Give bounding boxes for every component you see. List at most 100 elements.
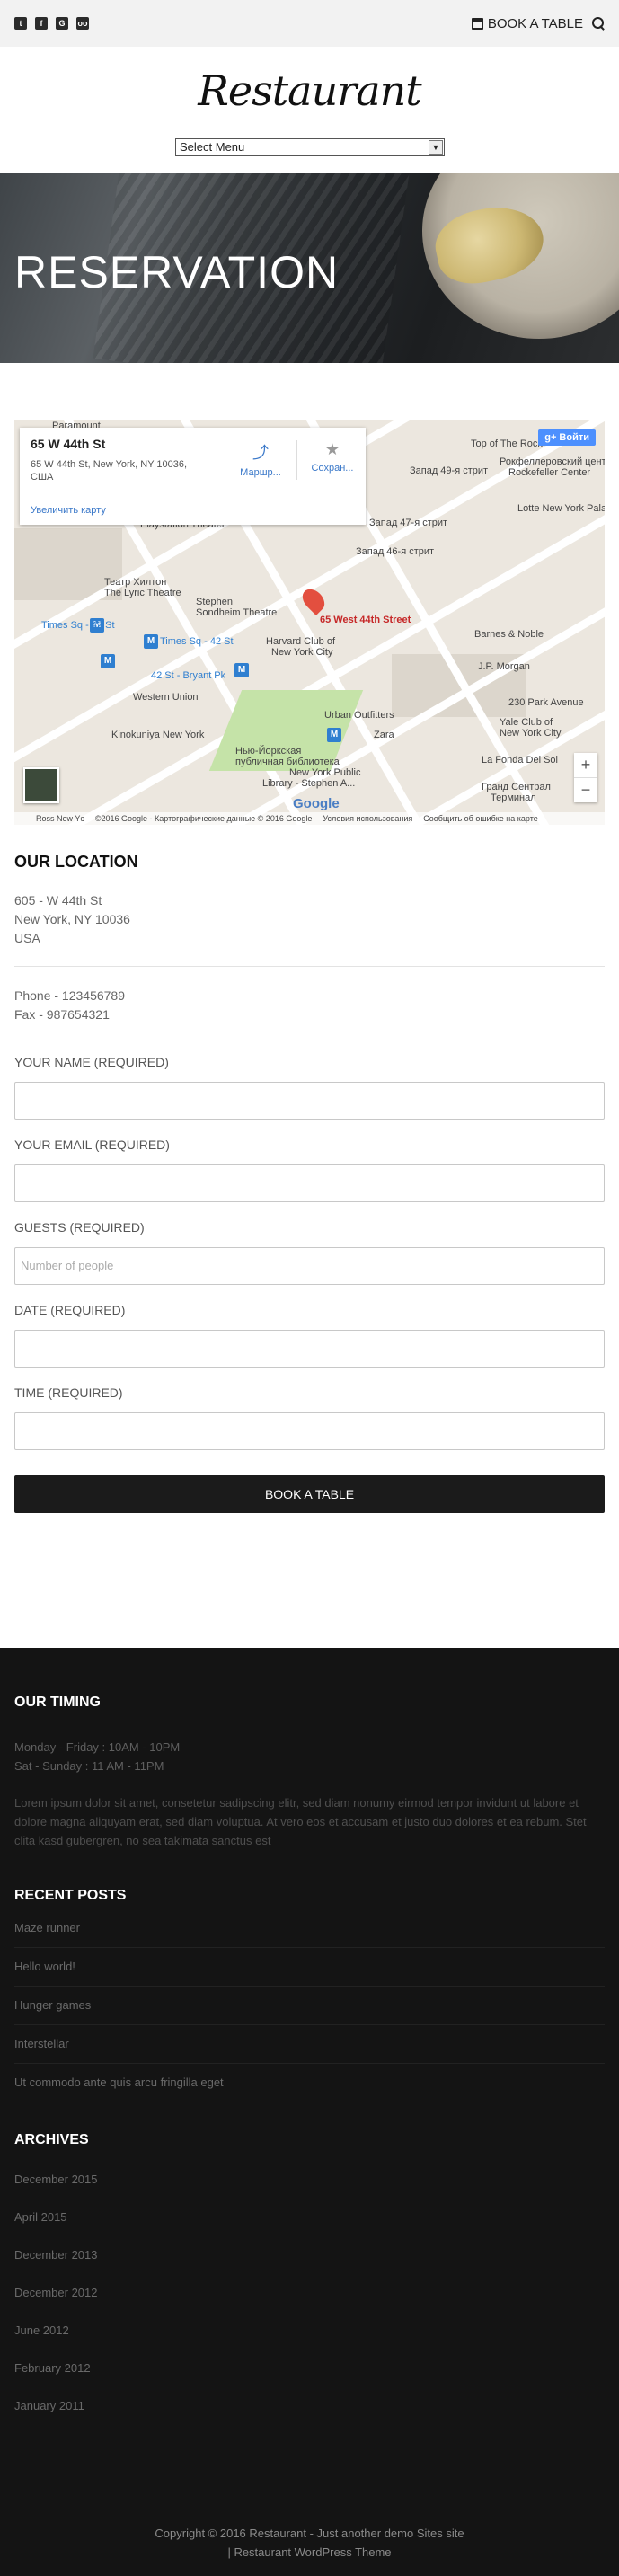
map-label: Нью-Йоркская (235, 746, 302, 757)
contact-block: Phone - 123456789 Fax - 987654321 (14, 987, 605, 1024)
tripadvisor-icon[interactable]: oo (76, 17, 89, 30)
google-map[interactable]: Paramount Playstation Theater Запад 49-я… (14, 420, 605, 825)
map-label: Western Union (133, 692, 199, 703)
archives: ARCHIVES December 2015 April 2015 Decemb… (14, 2132, 605, 2425)
archive-link[interactable]: December 2013 (14, 2236, 605, 2274)
map-label: 230 Park Avenue (508, 697, 584, 708)
page-title: RESERVATION (14, 247, 340, 297)
recent-post-link[interactable]: Ut commodo ante quis arcu fringilla eget (14, 2064, 605, 2102)
site-footer: OUR TIMING Monday - Friday : 10AM - 10PM… (0, 1648, 619, 2576)
map-label: Sondheim Theatre (196, 607, 278, 618)
recent-post-link[interactable]: Interstellar (14, 2025, 605, 2064)
star-icon: ★ (324, 440, 340, 458)
time-input[interactable] (14, 1412, 605, 1450)
location-heading: OUR LOCATION (14, 853, 138, 871)
main-content: OUR LOCATION 605 - W 44th St New York, N… (0, 853, 619, 1513)
signin-label: Войти (559, 432, 589, 443)
google-plus-icon: g+ (544, 432, 560, 443)
map-label: Times Sq - 42 St (160, 636, 234, 647)
directions-icon: ⤴ (252, 444, 269, 462)
archive-link[interactable]: January 2011 (14, 2387, 605, 2425)
guests-input[interactable]: Number of people (14, 1247, 605, 1285)
map-label: Lotte New York Palace (517, 503, 605, 514)
subway-icon: M (327, 728, 341, 742)
map-label: Library - Stephen A... (262, 778, 356, 789)
email-input[interactable] (14, 1164, 605, 1202)
facebook-icon[interactable]: f (35, 17, 48, 30)
map-label: Yale Club of (500, 717, 553, 728)
social-links: t f G oo (14, 17, 89, 30)
enlarge-map-link[interactable]: Увеличить карту (31, 505, 106, 516)
subway-icon: M (101, 654, 115, 668)
map-report-link[interactable]: Сообщить об ошибке на карте (423, 814, 537, 823)
timing-weekend: Sat - Sunday : 11 AM - 11PM (14, 1759, 164, 1773)
map-label: New York Public (289, 767, 361, 778)
twitter-icon[interactable]: t (14, 17, 27, 30)
archive-link[interactable]: June 2012 (14, 2312, 605, 2350)
menu-select[interactable]: Select Menu ▼ (175, 138, 445, 156)
directions-button[interactable]: ⤴ Маршр... (234, 440, 287, 478)
name-input[interactable] (14, 1082, 605, 1120)
map-label: Urban Outfitters (324, 710, 394, 721)
map-label: Рокфеллеровский центр (500, 456, 605, 467)
satellite-toggle[interactable] (23, 767, 59, 803)
save-button[interactable]: ★ Сохран... (305, 440, 359, 474)
guests-field-group: GUESTS (REQUIRED) Number of people (14, 1220, 605, 1285)
archive-link[interactable]: December 2015 (14, 2161, 605, 2199)
archive-link[interactable]: April 2015 (14, 2199, 605, 2236)
zoom-controls: + − (574, 753, 597, 802)
theme-credit-link[interactable]: | Restaurant WordPress Theme (227, 2545, 391, 2559)
map-label: Barnes & Noble (474, 629, 544, 640)
date-input[interactable] (14, 1330, 605, 1368)
timing-block: Monday - Friday : 10AM - 10PM Sat - Sund… (14, 1738, 605, 1775)
map-footer-copyright: ©2016 Google - Картографические данные ©… (94, 814, 313, 823)
fax-text: Fax - 987654321 (14, 1007, 110, 1022)
map-label: New York City (271, 647, 333, 658)
copyright: Copyright © 2016 Restaurant - Just anoth… (0, 2524, 619, 2562)
book-a-table-link[interactable]: BOOK A TABLE (471, 15, 583, 31)
google-plus-icon[interactable]: G (56, 17, 68, 30)
subway-icon: M (144, 634, 158, 649)
calendar-icon (471, 17, 483, 30)
copyright-line: Copyright © 2016 Restaurant - Just anoth… (155, 2527, 464, 2540)
top-actions: BOOK A TABLE (471, 15, 605, 31)
map-label: The Lyric Theatre (104, 588, 181, 598)
directions-label: Маршр... (240, 467, 281, 478)
recent-post-link[interactable]: Maze runner (14, 1909, 605, 1948)
map-label: Top of The Rock (471, 438, 543, 449)
email-field-group: YOUR EMAIL (REQUIRED) (14, 1138, 605, 1202)
address-block: 605 - W 44th St New York, NY 10036 USA (14, 891, 605, 948)
time-field-group: TIME (REQUIRED) (14, 1385, 605, 1450)
map-label: Stephen (196, 597, 233, 607)
recent-posts-heading: RECENT POSTS (14, 1888, 127, 1903)
zoom-out-button[interactable]: − (574, 778, 597, 802)
map-label: публичная библиотека (235, 757, 340, 767)
google-signin-button[interactable]: g+ Войти (538, 429, 596, 446)
site-logo[interactable]: Restaurant (0, 47, 619, 115)
map-label: Harvard Club of (266, 636, 336, 647)
book-a-table-label: BOOK A TABLE (487, 15, 583, 31)
recent-post-link[interactable]: Hello world! (14, 1948, 605, 1987)
zoom-in-button[interactable]: + (574, 753, 597, 777)
recent-posts: RECENT POSTS Maze runner Hello world! Hu… (14, 1888, 605, 2102)
search-icon[interactable] (592, 17, 605, 30)
footer-description: Lorem ipsum dolor sit amet, consetetur s… (14, 1796, 587, 1847)
recent-post-link[interactable]: Hunger games (14, 1987, 605, 2025)
pin-label: 65 West 44th Street (320, 615, 411, 625)
reservation-form: YOUR NAME (REQUIRED) YOUR EMAIL (REQUIRE… (14, 1055, 605, 1513)
book-a-table-button[interactable]: BOOK A TABLE (14, 1475, 605, 1513)
map-terms-link[interactable]: Условия использования (323, 814, 412, 823)
map-label: Times Sq - 42 St (41, 620, 115, 631)
archive-link[interactable]: February 2012 (14, 2350, 605, 2387)
timing-heading: OUR TIMING (14, 1695, 101, 1710)
email-label: YOUR EMAIL (REQUIRED) (14, 1138, 170, 1152)
top-bar: t f G oo BOOK A TABLE (0, 0, 619, 47)
timing-weekdays: Monday - Friday : 10AM - 10PM (14, 1740, 181, 1754)
map-footer-text: Ross New Yc (36, 814, 84, 823)
archive-link[interactable]: December 2012 (14, 2274, 605, 2312)
site-header: Restaurant Select Menu ▼ (0, 47, 619, 173)
address-line: New York, NY 10036 (14, 912, 130, 926)
date-field-group: DATE (REQUIRED) (14, 1303, 605, 1368)
google-logo: Google (293, 796, 340, 811)
hero-banner: RESERVATION (0, 173, 619, 363)
